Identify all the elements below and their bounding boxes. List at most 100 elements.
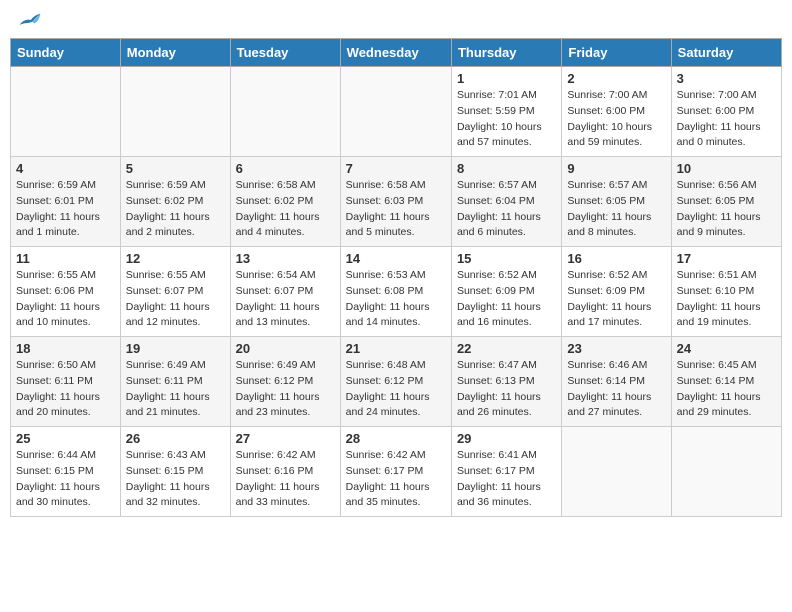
day-sun-info: Sunrise: 6:51 AMSunset: 6:10 PMDaylight:… <box>677 268 776 331</box>
day-sun-info: Sunrise: 6:48 AMSunset: 6:12 PMDaylight:… <box>346 358 446 421</box>
calendar-day-cell: 1 Sunrise: 7:01 AMSunset: 5:59 PMDaylight… <box>451 67 561 157</box>
day-sun-info: Sunrise: 6:49 AMSunset: 6:12 PMDaylight:… <box>236 358 335 421</box>
calendar-day-cell: 24 Sunrise: 6:45 AMSunset: 6:14 PMDayligh… <box>671 337 781 427</box>
day-number: 11 <box>16 251 115 266</box>
calendar-day-cell: 14 Sunrise: 6:53 AMSunset: 6:08 PMDayligh… <box>340 247 451 337</box>
calendar-day-cell: 20 Sunrise: 6:49 AMSunset: 6:12 PMDayligh… <box>230 337 340 427</box>
day-sun-info: Sunrise: 6:52 AMSunset: 6:09 PMDaylight:… <box>567 268 665 331</box>
day-number: 10 <box>677 161 776 176</box>
calendar-day-cell: 17 Sunrise: 6:51 AMSunset: 6:10 PMDayligh… <box>671 247 781 337</box>
day-number: 12 <box>126 251 225 266</box>
calendar-day-cell <box>11 67 121 157</box>
weekday-header-sunday: Sunday <box>11 39 121 67</box>
calendar-day-cell <box>340 67 451 157</box>
calendar-day-cell: 28 Sunrise: 6:42 AMSunset: 6:17 PMDayligh… <box>340 427 451 517</box>
day-sun-info: Sunrise: 6:53 AMSunset: 6:08 PMDaylight:… <box>346 268 446 331</box>
day-sun-info: Sunrise: 6:54 AMSunset: 6:07 PMDaylight:… <box>236 268 335 331</box>
calendar-day-cell: 2 Sunrise: 7:00 AMSunset: 6:00 PMDaylight… <box>562 67 671 157</box>
day-sun-info: Sunrise: 6:52 AMSunset: 6:09 PMDaylight:… <box>457 268 556 331</box>
day-sun-info: Sunrise: 6:46 AMSunset: 6:14 PMDaylight:… <box>567 358 665 421</box>
day-number: 14 <box>346 251 446 266</box>
day-number: 22 <box>457 341 556 356</box>
weekday-header-friday: Friday <box>562 39 671 67</box>
day-number: 24 <box>677 341 776 356</box>
weekday-header-monday: Monday <box>120 39 230 67</box>
calendar-day-cell: 26 Sunrise: 6:43 AMSunset: 6:15 PMDayligh… <box>120 427 230 517</box>
calendar-day-cell: 13 Sunrise: 6:54 AMSunset: 6:07 PMDayligh… <box>230 247 340 337</box>
day-sun-info: Sunrise: 7:01 AMSunset: 5:59 PMDaylight:… <box>457 88 556 151</box>
day-number: 9 <box>567 161 665 176</box>
day-number: 29 <box>457 431 556 446</box>
calendar-day-cell: 23Sunrise: 6:46 AMSunset: 6:14 PMDayligh… <box>562 337 671 427</box>
day-sun-info: Sunrise: 7:00 AMSunset: 6:00 PMDaylight:… <box>567 88 665 151</box>
day-sun-info: Sunrise: 6:45 AMSunset: 6:14 PMDaylight:… <box>677 358 776 421</box>
day-number: 13 <box>236 251 335 266</box>
calendar-week-5: 25 Sunrise: 6:44 AMSunset: 6:15 PMDayligh… <box>11 427 782 517</box>
day-number: 3 <box>677 71 776 86</box>
logo <box>14 10 42 30</box>
calendar-day-cell: 16 Sunrise: 6:52 AMSunset: 6:09 PMDayligh… <box>562 247 671 337</box>
calendar-day-cell: 22 Sunrise: 6:47 AMSunset: 6:13 PMDayligh… <box>451 337 561 427</box>
day-sun-info: Sunrise: 6:55 AMSunset: 6:07 PMDaylight:… <box>126 268 225 331</box>
day-number: 8 <box>457 161 556 176</box>
day-number: 2 <box>567 71 665 86</box>
day-sun-info: Sunrise: 6:49 AMSunset: 6:11 PMDaylight:… <box>126 358 225 421</box>
day-number: 16 <box>567 251 665 266</box>
day-number: 6 <box>236 161 335 176</box>
calendar-week-2: 4 Sunrise: 6:59 AMSunset: 6:01 PMDaylight… <box>11 157 782 247</box>
day-sun-info: Sunrise: 7:00 AMSunset: 6:00 PMDaylight:… <box>677 88 776 151</box>
calendar-week-1: 1 Sunrise: 7:01 AMSunset: 5:59 PMDaylight… <box>11 67 782 157</box>
calendar-day-cell: 3 Sunrise: 7:00 AMSunset: 6:00 PMDaylight… <box>671 67 781 157</box>
calendar-day-cell: 11 Sunrise: 6:55 AMSunset: 6:06 PMDayligh… <box>11 247 121 337</box>
day-number: 5 <box>126 161 225 176</box>
calendar-day-cell <box>230 67 340 157</box>
weekday-header-saturday: Saturday <box>671 39 781 67</box>
calendar-day-cell: 15 Sunrise: 6:52 AMSunset: 6:09 PMDayligh… <box>451 247 561 337</box>
page-header <box>10 10 782 30</box>
day-number: 7 <box>346 161 446 176</box>
calendar-day-cell: 8 Sunrise: 6:57 AMSunset: 6:04 PMDaylight… <box>451 157 561 247</box>
day-number: 20 <box>236 341 335 356</box>
day-number: 25 <box>16 431 115 446</box>
day-sun-info: Sunrise: 6:56 AMSunset: 6:05 PMDaylight:… <box>677 178 776 241</box>
day-number: 27 <box>236 431 335 446</box>
day-number: 15 <box>457 251 556 266</box>
calendar-day-cell: 29 Sunrise: 6:41 AMSunset: 6:17 PMDayligh… <box>451 427 561 517</box>
calendar-day-cell: 27Sunrise: 6:42 AMSunset: 6:16 PMDayligh… <box>230 427 340 517</box>
calendar-day-cell: 5 Sunrise: 6:59 AMSunset: 6:02 PMDaylight… <box>120 157 230 247</box>
calendar-table: SundayMondayTuesdayWednesdayThursdayFrid… <box>10 38 782 517</box>
day-sun-info: Sunrise: 6:42 AMSunset: 6:17 PMDaylight:… <box>346 448 446 511</box>
day-number: 4 <box>16 161 115 176</box>
day-sun-info: Sunrise: 6:50 AMSunset: 6:11 PMDaylight:… <box>16 358 115 421</box>
calendar-day-cell: 21 Sunrise: 6:48 AMSunset: 6:12 PMDayligh… <box>340 337 451 427</box>
day-sun-info: Sunrise: 6:43 AMSunset: 6:15 PMDaylight:… <box>126 448 225 511</box>
calendar-day-cell: 25 Sunrise: 6:44 AMSunset: 6:15 PMDayligh… <box>11 427 121 517</box>
calendar-day-cell <box>671 427 781 517</box>
day-sun-info: Sunrise: 6:58 AMSunset: 6:02 PMDaylight:… <box>236 178 335 241</box>
day-sun-info: Sunrise: 6:58 AMSunset: 6:03 PMDaylight:… <box>346 178 446 241</box>
calendar-day-cell: 9 Sunrise: 6:57 AMSunset: 6:05 PMDaylight… <box>562 157 671 247</box>
day-sun-info: Sunrise: 6:57 AMSunset: 6:04 PMDaylight:… <box>457 178 556 241</box>
calendar-day-cell <box>120 67 230 157</box>
calendar-week-4: 18 Sunrise: 6:50 AMSunset: 6:11 PMDayligh… <box>11 337 782 427</box>
day-number: 21 <box>346 341 446 356</box>
day-sun-info: Sunrise: 6:41 AMSunset: 6:17 PMDaylight:… <box>457 448 556 511</box>
calendar-day-cell: 6 Sunrise: 6:58 AMSunset: 6:02 PMDaylight… <box>230 157 340 247</box>
day-number: 28 <box>346 431 446 446</box>
day-number: 18 <box>16 341 115 356</box>
calendar-header-row: SundayMondayTuesdayWednesdayThursdayFrid… <box>11 39 782 67</box>
day-number: 1 <box>457 71 556 86</box>
calendar-day-cell: 18 Sunrise: 6:50 AMSunset: 6:11 PMDayligh… <box>11 337 121 427</box>
calendar-day-cell: 19Sunrise: 6:49 AMSunset: 6:11 PMDayligh… <box>120 337 230 427</box>
calendar-day-cell: 10 Sunrise: 6:56 AMSunset: 6:05 PMDayligh… <box>671 157 781 247</box>
day-sun-info: Sunrise: 6:57 AMSunset: 6:05 PMDaylight:… <box>567 178 665 241</box>
day-sun-info: Sunrise: 6:47 AMSunset: 6:13 PMDaylight:… <box>457 358 556 421</box>
logo-bird-icon <box>18 10 42 30</box>
day-sun-info: Sunrise: 6:55 AMSunset: 6:06 PMDaylight:… <box>16 268 115 331</box>
day-number: 17 <box>677 251 776 266</box>
calendar-day-cell <box>562 427 671 517</box>
day-sun-info: Sunrise: 6:59 AMSunset: 6:02 PMDaylight:… <box>126 178 225 241</box>
day-sun-info: Sunrise: 6:59 AMSunset: 6:01 PMDaylight:… <box>16 178 115 241</box>
day-number: 26 <box>126 431 225 446</box>
day-sun-info: Sunrise: 6:44 AMSunset: 6:15 PMDaylight:… <box>16 448 115 511</box>
